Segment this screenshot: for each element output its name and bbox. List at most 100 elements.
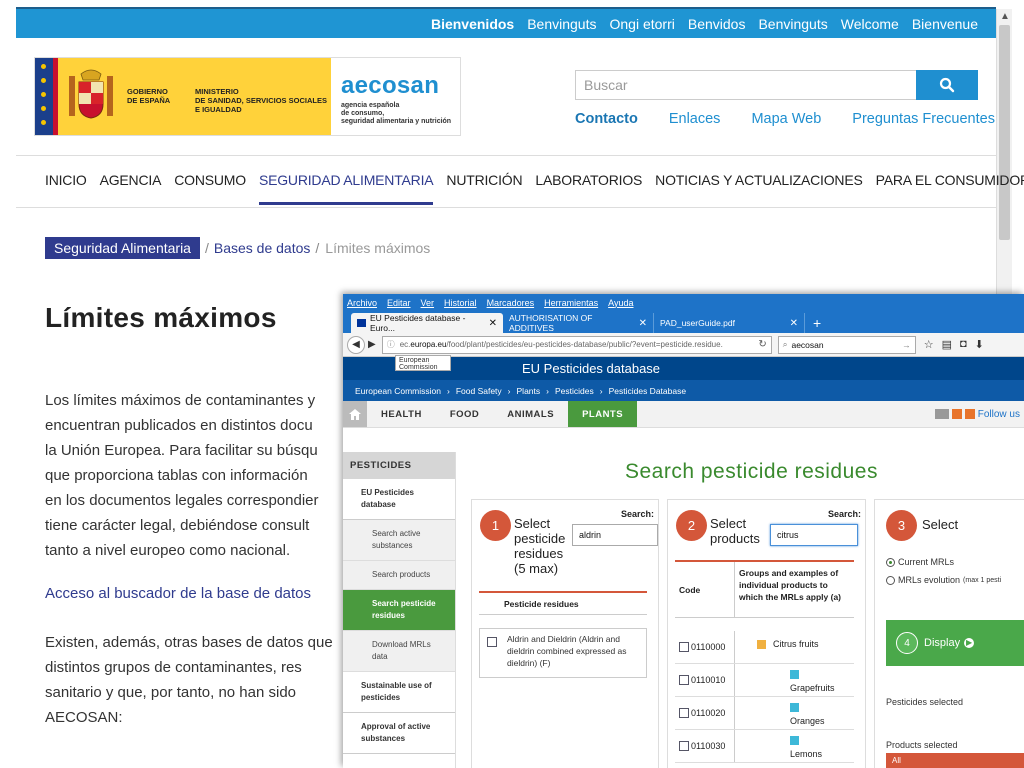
lang-benvidos[interactable]: Benvidos [688,16,746,32]
bookmark-star-icon[interactable]: ☆ [924,338,934,351]
nav-nutricion[interactable]: NUTRICIÓN [446,172,522,205]
sidebar-sub-download-mrls[interactable]: Download MRLs data [343,631,455,672]
lang-benvinguts[interactable]: Benvinguts [527,16,596,32]
crumb-pesticides[interactable]: Pesticides [555,386,594,396]
sidebar-item-approval[interactable]: Approval of active substances [343,713,455,754]
nav-inicio[interactable]: INICIO [45,172,87,205]
tab-pad-guide[interactable]: PAD_userGuide.pdf ✕ [654,313,805,333]
print-icon[interactable] [934,409,949,419]
tab-plants[interactable]: PLANTS [568,401,638,427]
breadcrumb-bases[interactable]: Bases de datos [214,240,311,256]
menu-bar: Archivo Editar Ver Historial Marcadores … [343,294,1024,311]
lang-welcome[interactable]: Welcome [841,16,899,32]
nav-agencia[interactable]: AGENCIA [100,172,162,205]
follow-us[interactable]: Follow us [934,401,1024,427]
nav-seguridad-alimentaria[interactable]: SEGURIDAD ALIMENTARIA [258,172,434,205]
aecosan-tagline: agencia española de consumo, seguridad a… [341,102,452,125]
sidebar-sub-search-active[interactable]: Search active substances [343,520,455,561]
crumb-plants[interactable]: Plants [517,386,541,396]
eu-commission-logo[interactable]: European Commission [395,355,451,371]
site-logo[interactable]: GOBIERNO DE ESPAÑA MINISTERIO DE SANIDAD… [34,57,461,136]
back-button[interactable]: ◀ [347,335,365,354]
link-enlaces[interactable]: Enlaces [669,111,721,127]
menu-historial[interactable]: Historial [444,298,477,308]
product-checkbox[interactable] [679,642,689,652]
menu-ayuda[interactable]: Ayuda [608,298,633,308]
go-arrow-icon[interactable]: → [902,340,911,350]
menu-editar[interactable]: Editar [387,298,411,308]
radio-current-mrls[interactable]: Current MRLs [886,557,954,567]
search-button[interactable] [916,70,978,100]
download-icon[interactable]: ⬇ [975,338,984,351]
eu-breadcrumb: European Commission › Food Safety › Plan… [343,380,1024,401]
sidebar-item-sustainable-use[interactable]: Sustainable use of pesticides [343,672,455,713]
menu-marcadores[interactable]: Marcadores [487,298,535,308]
breadcrumb-seguridad[interactable]: Seguridad Alimentaria [45,237,200,259]
font-size-large-icon[interactable] [964,409,975,419]
menu-archivo[interactable]: Archivo [347,298,377,308]
tab-additives[interactable]: AUTHORISATION OF ADDITIVES ✕ [503,313,654,333]
table-row[interactable]: 0110020 Oranges [675,697,854,730]
crumb-food-safety[interactable]: Food Safety [456,386,502,396]
menu-ver[interactable]: Ver [421,298,435,308]
home-icon[interactable] [343,401,367,427]
residue-row[interactable]: Aldrin and Dieldrin (Aldrin and dieldrin… [479,628,647,678]
nav-para-el-consumidor[interactable]: PARA EL CONSUMIDOR [876,172,1024,205]
radio-selected-icon[interactable] [886,557,895,567]
database-search-link[interactable]: Acceso al buscador de la base de datos [45,585,311,602]
lang-ongi-etorri[interactable]: Ongi etorri [610,16,675,32]
reading-list-icon[interactable]: ▤ [942,338,952,351]
product-code: 0110000 [691,642,726,652]
tab-health[interactable]: HEALTH [367,401,436,427]
sidebar-sub-search-residues[interactable]: Search pesticide residues [343,590,455,631]
scroll-thumb[interactable] [999,25,1010,240]
nav-noticias[interactable]: NOTICIAS Y ACTUALIZACIONES [655,172,863,205]
link-contacto[interactable]: Contacto [575,111,638,127]
nav-consumo[interactable]: CONSUMO [174,172,246,205]
link-mapa-web[interactable]: Mapa Web [751,111,821,127]
lang-benvinguts-2[interactable]: Benvinguts [758,16,827,32]
browser-search-field[interactable]: ⌕ aecosan → [777,335,916,354]
residue-checkbox[interactable] [487,637,497,647]
url-bar[interactable]: ⓘ ec. europa.eu/food/plant/pesticides/eu-… [381,335,772,354]
product-checkbox[interactable] [679,741,689,751]
radio-icon[interactable] [886,575,895,585]
sidebar-item-eu-pesticides-database[interactable]: EU Pesticides database [343,479,455,520]
product-checkbox[interactable] [679,708,689,718]
nav-laboratorios[interactable]: LABORATORIOS [535,172,642,205]
table-row[interactable]: 0110030 Lemons [675,730,854,763]
crumb-pesticides-database[interactable]: Pesticides Database [609,386,687,396]
product-code: 0110010 [691,675,726,685]
lang-bienvenidos[interactable]: Bienvenidos [431,16,514,32]
product-search-input[interactable] [770,524,858,546]
product-checkbox[interactable] [679,675,689,685]
pocket-icon[interactable]: ◘ [960,338,967,351]
info-icon[interactable]: ⓘ [387,339,395,350]
residue-search-input[interactable] [572,524,658,546]
tab-food[interactable]: FOOD [436,401,493,427]
reload-icon[interactable]: ↻ [758,339,766,350]
close-tab-icon[interactable]: ✕ [639,318,647,329]
crumb-commission[interactable]: European Commission [355,386,441,396]
site-title: EU Pesticides database [522,361,661,376]
aecosan-wordmark: aecosan [341,72,440,99]
menu-herramientas[interactable]: Herramientas [544,298,598,308]
table-row[interactable]: 0110010 Grapefruits [675,664,854,697]
table-row[interactable]: 0110000 Citrus fruits [675,631,854,664]
display-button[interactable]: 4 Display ▶ [886,620,1024,666]
radio-mrls-evolution[interactable]: MRLs evolution (max 1 pesti [886,575,1001,585]
scroll-up-icon[interactable]: ▲ [999,11,1011,23]
tab-animals[interactable]: ANIMALS [493,401,568,427]
new-tab-button[interactable]: + [813,315,821,333]
step-number: 4 [896,632,918,654]
lang-bienvenue[interactable]: Bienvenue [912,16,978,32]
font-size-icon[interactable] [951,409,962,419]
sidebar-sub-search-products[interactable]: Search products [343,561,455,590]
search-input[interactable] [575,70,916,100]
forward-button[interactable]: ▶ [368,339,376,350]
flag-red-strip [53,58,58,135]
close-tab-icon[interactable]: ✕ [489,318,497,329]
link-preguntas-frecuentes[interactable]: Preguntas Frecuentes [852,111,995,127]
close-tab-icon[interactable]: ✕ [790,318,798,329]
tab-eu-pesticides[interactable]: EU Pesticides database - Euro... ✕ [351,313,503,333]
